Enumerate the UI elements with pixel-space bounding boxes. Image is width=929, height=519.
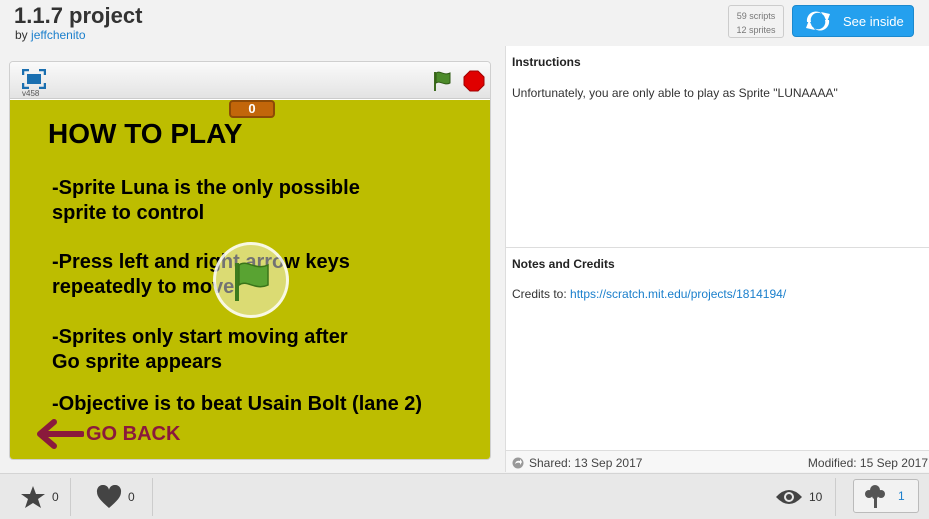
play-button[interactable] <box>213 242 289 318</box>
project-dates: Shared: 13 Sep 2017 Modified: 15 Sep 201… <box>506 450 929 472</box>
love-button[interactable]: 0 <box>96 474 135 519</box>
version-label: v458 <box>22 89 40 98</box>
fullscreen-icon[interactable] <box>22 69 46 89</box>
left-arrow-icon <box>37 419 84 449</box>
stage-line: -Objective is to beat Usain Bolt (lane 2… <box>52 393 423 415</box>
project-title: 1.1.7 project <box>14 3 143 28</box>
heart-icon <box>96 485 122 508</box>
stage-line: Go sprite appears <box>52 351 223 373</box>
remix-arrows-icon <box>806 11 830 31</box>
see-inside-button[interactable]: See inside <box>792 5 914 37</box>
divider <box>835 478 836 516</box>
project-info-panel: Instructions Unfortunately, you are only… <box>505 46 929 472</box>
green-flag-icon[interactable] <box>431 70 453 92</box>
modified-date: Modified: 15 Sep 2017 <box>807 456 928 470</box>
shared-label: Shared: 13 Sep 2017 <box>529 456 643 470</box>
star-icon <box>21 486 45 508</box>
project-header: 1.1.7 project by jeffchenito 59 scripts … <box>0 0 929 46</box>
notes-text: Credits to: https://scratch.mit.edu/proj… <box>512 287 786 301</box>
go-back-sprite[interactable]: GO BACK <box>34 418 180 450</box>
author-link[interactable]: jeffchenito <box>31 28 86 42</box>
credits-prefix: Credits to: <box>512 287 567 301</box>
go-back-label: GO BACK <box>86 422 181 445</box>
instructions-title: Instructions <box>512 55 581 69</box>
stage-line: -Sprite Luna is the only possible <box>52 177 360 199</box>
project-stats: 59 scripts 12 sprites <box>728 5 784 38</box>
stage[interactable]: 0 HOW TO PLAY -Sprite Luna is the only p… <box>10 100 490 459</box>
by-label: by <box>15 28 28 42</box>
stage-line: -Sprites only start moving after <box>52 326 348 348</box>
share-icon <box>512 457 524 469</box>
divider <box>70 478 71 516</box>
shared-date: Shared: 13 Sep 2017 <box>512 456 642 470</box>
stop-icon[interactable] <box>463 70 485 92</box>
love-count: 0 <box>128 490 135 504</box>
eye-icon <box>776 490 802 504</box>
project-footer: 0 0 10 1 <box>0 473 929 519</box>
favorite-button[interactable]: 0 <box>20 474 59 519</box>
views-count: 10 <box>809 490 823 504</box>
player-controls: v458 <box>10 62 490 99</box>
stage-heading: HOW TO PLAY <box>48 118 243 149</box>
remix-tree-icon <box>865 485 885 508</box>
divider <box>506 247 929 248</box>
credits-link[interactable]: https://scratch.mit.edu/projects/1814194… <box>570 287 786 301</box>
project-player: v458 0 HOW TO PLAY -Sprite Luna is the o… <box>9 61 491 460</box>
notes-title: Notes and Credits <box>512 257 615 271</box>
see-inside-label: See inside <box>843 13 904 29</box>
stage-line: -Press left and right arrow keys <box>52 251 350 273</box>
remix-tree-button[interactable]: 1 <box>853 479 919 513</box>
byline: by jeffchenito <box>15 28 86 42</box>
score-counter: 0 <box>229 100 275 118</box>
sprites-count: 12 sprites <box>736 25 776 35</box>
stage-line: repeatedly to move <box>52 276 235 298</box>
views-stat: 10 <box>775 474 822 519</box>
instructions-text: Unfortunately, you are only able to play… <box>512 86 838 100</box>
remix-count: 1 <box>898 489 905 503</box>
stage-line: sprite to control <box>52 202 205 224</box>
favorite-count: 0 <box>52 490 59 504</box>
green-flag-icon <box>235 262 269 301</box>
divider <box>152 478 153 516</box>
scripts-count: 59 scripts <box>736 11 776 21</box>
